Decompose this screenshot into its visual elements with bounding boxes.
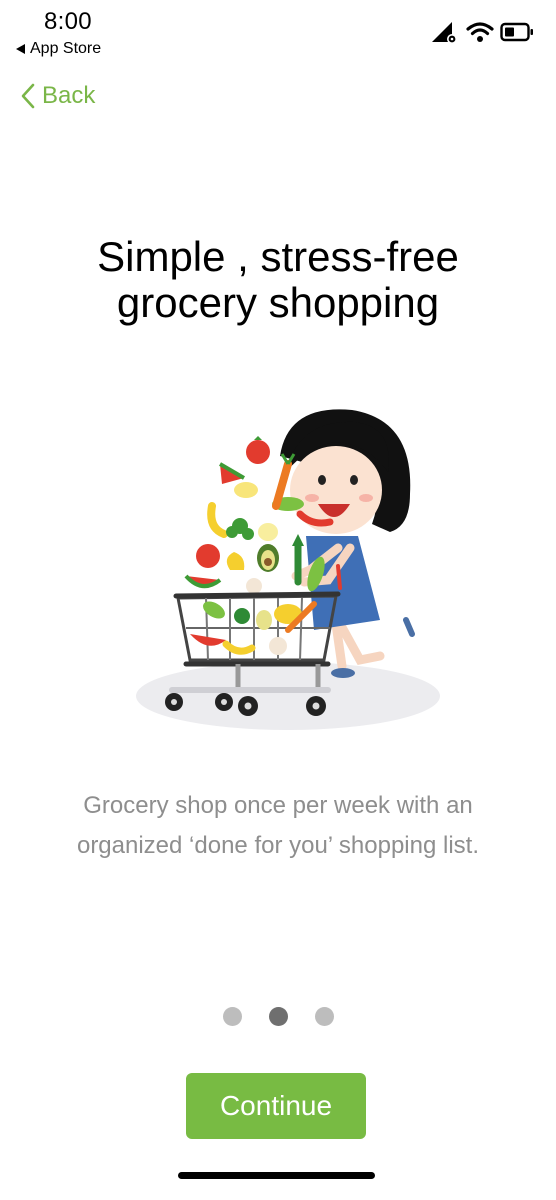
shopping-cart-illustration [136,409,440,730]
home-indicator[interactable] [178,1172,375,1179]
page-dot-2[interactable] [268,1007,288,1026]
title-line-1: Simple , stress-free [97,233,459,280]
onboarding-screen: 8:00 App Store Back Simple , stress-free… [0,0,556,1200]
page-indicator [0,1007,556,1026]
back-label: Back [42,82,96,109]
continue-button[interactable]: Continue [186,1073,366,1139]
return-app-label: App Store [30,40,102,57]
status-icons [430,20,534,44]
chevron-left-icon [21,83,35,109]
signal-icon [432,22,457,44]
wifi-icon [466,22,494,42]
back-button[interactable]: Back [20,82,95,110]
onboarding-description: Grocery shop once per week with an organ… [30,786,526,866]
description-line-2: organized ‘done for you’ shopping list. [76,832,480,859]
battery-icon [500,22,533,42]
page-dot-3[interactable] [314,1007,334,1026]
page-dot-1[interactable] [222,1007,242,1026]
return-to-app-store-link[interactable]: App Store [16,40,101,58]
back-triangle-icon [16,44,25,54]
page-title: Simple , stress-free grocery shopping [0,234,556,326]
description-line-1: Grocery shop once per week with an [83,792,473,819]
title-line-2: grocery shopping [116,279,440,326]
status-time: 8:00 [44,8,92,35]
